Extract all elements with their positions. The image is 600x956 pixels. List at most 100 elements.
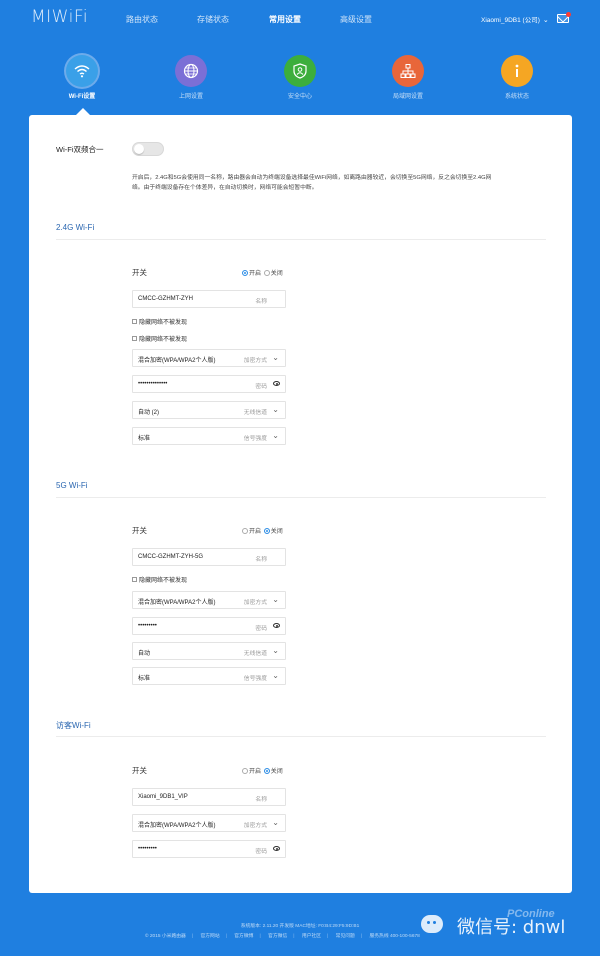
password-field-5g[interactable]: ••••••••• 密码	[132, 617, 286, 635]
logo: MIWiFi	[31, 7, 89, 27]
signal-value: 标准	[138, 676, 151, 682]
hide-network-checkbox-2g-second[interactable]: 隐藏网络不被发现	[132, 334, 187, 343]
footer-link[interactable]: 官方微信	[268, 934, 287, 939]
password-field-guest[interactable]: ••••••••• 密码	[132, 840, 286, 858]
nav-router-status[interactable]: 路由状态	[126, 14, 158, 25]
checkbox-box	[132, 336, 137, 341]
eye-icon[interactable]	[273, 623, 280, 628]
encryption-select-5g[interactable]: 混合加密(WPA/WPA2个人版) 加密方式 ⌄	[132, 591, 286, 609]
radio-on-label: 开启	[249, 529, 262, 535]
wifi-settings-card: Wi-Fi双频合一 开启后，2.4G和5G会使用同一名称，路由器会自动为终端设备…	[29, 115, 572, 893]
encryption-value: 混合加密(WPA/WPA2个人版)	[138, 358, 216, 364]
subnav-system-status[interactable]: 系统状态	[477, 55, 557, 100]
password-value: ••••••••••••••	[138, 381, 168, 387]
radio-group-2g: 开启 关闭	[242, 268, 284, 277]
subnav-wifi-settings[interactable]: Wi-Fi设置	[42, 55, 122, 100]
ssid-value: Xiaomi_9DB1_VIP	[138, 794, 188, 800]
channel-select-2g[interactable]: 自动 (2) 无线信道 ⌄	[132, 401, 286, 419]
radio-on-2g[interactable]	[242, 270, 248, 276]
subnav-security-center[interactable]: 安全中心	[260, 55, 340, 100]
radio-off-guest[interactable]	[263, 768, 270, 774]
checkbox-label: 隐藏网络不被发现	[139, 320, 188, 326]
channel-select-5g[interactable]: 自动 无线信道 ⌄	[132, 642, 286, 660]
radio-off-label: 关闭	[270, 271, 283, 277]
encryption-select-guest[interactable]: 混合加密(WPA/WPA2个人版) 加密方式 ⌄	[132, 814, 286, 832]
radio-on-5g[interactable]	[242, 528, 248, 534]
ssid-field-5g[interactable]: CMCC-GZHMT-ZYH-5G 名称	[132, 548, 286, 566]
password-hint: 密码	[255, 626, 267, 632]
radio-off-2g[interactable]	[263, 270, 270, 276]
divider	[56, 497, 546, 498]
chevron-down-icon: ⌄	[542, 17, 549, 24]
chevron-down-icon: ⌄	[272, 646, 279, 655]
hide-network-checkbox-2g[interactable]: 隐藏网络不被发现	[132, 317, 187, 326]
footer-link[interactable]: 官方网站	[200, 934, 219, 939]
chevron-down-icon: ⌄	[272, 818, 279, 827]
globe-icon	[175, 55, 207, 87]
password-hint: 密码	[255, 384, 267, 390]
footer-separator: |	[191, 934, 194, 939]
ssid-value: CMCC-GZHMT-ZYH	[138, 296, 193, 302]
subnav-label: 系统状态	[504, 94, 529, 100]
nav-advanced-settings[interactable]: 高级设置	[340, 14, 372, 25]
encryption-value: 混合加密(WPA/WPA2个人版)	[138, 600, 216, 606]
ssid-hint: 名称	[255, 299, 267, 305]
subnav-label: Wi-Fi设置	[68, 94, 96, 100]
channel-value: 自动	[138, 651, 151, 657]
checkbox-label: 隐藏网络不被发现	[139, 578, 188, 584]
radio-on-label: 开启	[249, 271, 262, 277]
channel-value: 自动 (2)	[138, 410, 160, 416]
footer-link[interactable]: 常见问题	[336, 934, 355, 939]
signal-hint: 信号强度	[243, 676, 267, 682]
footer-separator: |	[327, 934, 329, 939]
wechat-icon	[421, 915, 443, 933]
divider	[56, 239, 546, 240]
shield-icon	[284, 55, 316, 87]
ssid-hint: 名称	[255, 557, 267, 563]
subnav-internet-settings[interactable]: 上网设置	[151, 55, 231, 100]
subnav-lan-settings[interactable]: 局域网设置	[368, 55, 448, 100]
footer-link[interactable]: 用户社区	[302, 934, 321, 939]
hide-network-checkbox-5g[interactable]: 隐藏网络不被发现	[132, 575, 187, 584]
radio-off-5g[interactable]	[263, 528, 270, 534]
ssid-hint: 名称	[255, 797, 267, 803]
signal-select-2g[interactable]: 标准 信号强度 ⌄	[132, 427, 286, 445]
nav-storage-status[interactable]: 存储状态	[197, 14, 229, 25]
divider	[56, 736, 546, 737]
notification-dot	[566, 12, 571, 17]
encryption-hint: 加密方式	[243, 358, 267, 364]
eye-icon[interactable]	[273, 381, 280, 386]
footer-separator: |	[360, 934, 363, 939]
signal-select-5g[interactable]: 标准 信号强度 ⌄	[132, 667, 286, 685]
checkbox-box	[132, 319, 137, 324]
subnav-label: 安全中心	[287, 94, 312, 100]
radio-off-label: 关闭	[270, 529, 283, 535]
radio-on-label: 开启	[249, 769, 262, 775]
settings-sub-nav: Wi-Fi设置 上网设置 安全中心 局域网设置 系统状态	[0, 55, 600, 115]
password-hint: 密码	[255, 849, 267, 855]
checkbox-box	[132, 577, 137, 582]
password-field-2g[interactable]: •••••••••••••• 密码	[132, 375, 286, 393]
footer-link[interactable]: 官方微博	[234, 934, 253, 939]
wifi-icon	[66, 55, 98, 87]
section-title-guest: 访客Wi-Fi	[56, 721, 91, 730]
encryption-value: 混合加密(WPA/WPA2个人版)	[138, 823, 216, 829]
encryption-hint: 加密方式	[243, 600, 267, 606]
chevron-down-icon: ⌄	[272, 671, 279, 680]
ssid-field-2g[interactable]: CMCC-GZHMT-ZYH 名称	[132, 290, 286, 308]
footer-copyright: © 2015 小米路由器	[145, 934, 186, 939]
encryption-select-2g[interactable]: 混合加密(WPA/WPA2个人版) 加密方式 ⌄	[132, 349, 286, 367]
eye-icon[interactable]	[273, 846, 280, 851]
subnav-label: 局域网设置	[392, 94, 423, 100]
dual-band-description: 开启后，2.4G和5G会使用同一名称，路由器会自动为终端设备选择最佳WiFi网络…	[132, 173, 552, 193]
router-name-dropdown[interactable]: Xiaomi_9DB1 (公司) ⌄	[481, 14, 549, 24]
radio-off-label: 关闭	[270, 769, 283, 775]
dual-band-toggle[interactable]	[132, 142, 164, 156]
top-bar: MIWiFi 路由状态 存储状态 常用设置 高级设置 Xiaomi_9DB1 (…	[0, 0, 600, 40]
radio-on-guest[interactable]	[242, 768, 248, 774]
nav-common-settings[interactable]: 常用设置	[269, 14, 301, 25]
ssid-field-guest[interactable]: Xiaomi_9DB1_VIP 名称	[132, 788, 286, 806]
dual-band-description-line: 开启后，2.4G和5G会使用同一名称，路由器会自动为终端设备选择最佳WiFi网络…	[132, 175, 492, 181]
chevron-down-icon: ⌄	[272, 595, 279, 604]
toggle-knob	[134, 144, 144, 154]
